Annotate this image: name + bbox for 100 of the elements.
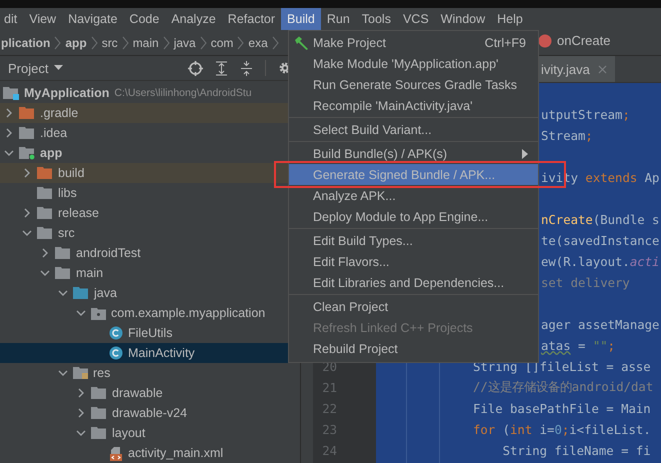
breadcrumb-item[interactable]: src bbox=[102, 36, 118, 50]
code-line: ew(R.layout.acti bbox=[541, 254, 660, 268]
chevron-icon bbox=[272, 36, 279, 50]
breadcrumb-item[interactable]: app bbox=[65, 36, 87, 50]
chevron-down-icon[interactable] bbox=[58, 368, 68, 378]
collapse-all-icon[interactable] bbox=[240, 60, 253, 76]
tree-label: layout bbox=[112, 426, 146, 440]
code-line: for (int i=0;i<fileList. bbox=[473, 422, 651, 436]
code-line: set delivery bbox=[541, 276, 630, 290]
tree-label: libs bbox=[58, 186, 77, 200]
chevron-down-icon[interactable] bbox=[58, 288, 68, 298]
chevron-down-icon[interactable] bbox=[4, 148, 14, 158]
chevron-right-icon[interactable] bbox=[4, 128, 14, 138]
code-line: //这是存储设备的android/dat bbox=[473, 379, 654, 396]
chevron-right-icon[interactable] bbox=[40, 248, 50, 258]
code-line: te(savedInstance bbox=[541, 234, 660, 248]
package-icon bbox=[91, 306, 106, 320]
chevron-right-icon[interactable] bbox=[76, 388, 86, 398]
tree-row[interactable]: res bbox=[0, 363, 300, 383]
menu-item[interactable]: Make Project Ctrl+F9 bbox=[289, 32, 538, 53]
tree-label: androidTest bbox=[76, 246, 141, 260]
tree-row[interactable]: drawable bbox=[0, 383, 300, 403]
code-line: Stream; bbox=[541, 128, 593, 142]
tree-label: main bbox=[76, 266, 104, 280]
tree-label: res bbox=[93, 366, 110, 380]
dropdown-arrow-icon[interactable] bbox=[54, 65, 64, 71]
chevron-icon bbox=[162, 36, 170, 50]
breadcrumb-item[interactable]: java bbox=[174, 36, 196, 50]
tree-label: .idea bbox=[40, 126, 68, 140]
tree-label: FileUtils bbox=[128, 326, 172, 340]
tree-label: com.example.myapplication bbox=[111, 306, 266, 320]
code-line: ager assetManage bbox=[541, 318, 660, 332]
folder-icon bbox=[91, 386, 107, 400]
folder-icon bbox=[55, 246, 71, 260]
chevron-icon bbox=[122, 36, 129, 50]
breadcrumb-item[interactable]: exa bbox=[248, 36, 268, 50]
menu-item[interactable]: Make Module 'MyApplication.app' bbox=[289, 53, 538, 74]
folder-icon bbox=[37, 166, 53, 180]
editor-tab[interactable]: ivity.java bbox=[539, 56, 615, 82]
tree-label: release bbox=[58, 206, 99, 220]
chevron-down-icon[interactable] bbox=[76, 308, 86, 318]
menu-item[interactable]: Help bbox=[491, 8, 529, 30]
breadcrumb-item[interactable]: plication bbox=[1, 36, 50, 50]
folder-icon bbox=[19, 106, 35, 120]
folder-icon bbox=[19, 126, 35, 140]
menu-item[interactable]: Select Build Variant... bbox=[289, 119, 538, 140]
chevron-icon bbox=[90, 36, 98, 50]
menu-item[interactable]: VCS bbox=[396, 8, 435, 30]
chevron-down-icon[interactable] bbox=[22, 228, 32, 238]
menu-item[interactable]: Code bbox=[123, 8, 166, 30]
menu-item[interactable]: Analyze bbox=[165, 8, 222, 30]
expand-all-icon[interactable] bbox=[215, 60, 228, 76]
menu-item[interactable]: Refactor bbox=[222, 8, 282, 30]
breadcrumb-item[interactable]: main bbox=[132, 36, 159, 50]
tree-label: src bbox=[58, 226, 75, 240]
chevron-right-icon[interactable] bbox=[22, 208, 32, 218]
chevron-down-icon[interactable] bbox=[40, 268, 50, 278]
menu-item[interactable]: Run bbox=[320, 8, 356, 30]
tree-label: java bbox=[94, 286, 117, 300]
class-icon bbox=[109, 346, 123, 360]
code-line: String fileName = fi bbox=[502, 444, 651, 458]
menu-item[interactable]: Build bbox=[281, 8, 321, 30]
menu-item[interactable]: Window bbox=[434, 8, 492, 30]
module-folder-icon bbox=[3, 86, 19, 100]
chevron-right-icon[interactable] bbox=[76, 408, 86, 418]
folder-icon bbox=[37, 206, 53, 220]
code-line: utputStream; bbox=[541, 108, 630, 122]
chevron-icon bbox=[200, 36, 207, 50]
folder-icon bbox=[91, 406, 107, 420]
locate-icon[interactable] bbox=[188, 60, 203, 76]
tree-label: .gradle bbox=[40, 106, 78, 120]
folder-icon bbox=[55, 266, 71, 280]
folder-icon bbox=[37, 226, 53, 240]
chevron-right-icon[interactable] bbox=[22, 168, 32, 178]
tree-label: MyApplication bbox=[24, 86, 110, 100]
menu-item[interactable]: dit bbox=[0, 8, 24, 30]
module-folder-icon bbox=[19, 146, 35, 160]
chevron-icon bbox=[237, 36, 244, 50]
chevron-icon bbox=[54, 36, 62, 50]
tree-label: MainActivity bbox=[128, 346, 195, 360]
code-line: nCreate(Bundle s bbox=[541, 212, 660, 226]
chevron-down-icon[interactable] bbox=[76, 428, 86, 438]
breadcrumb-item[interactable]: onCreate bbox=[557, 33, 610, 48]
project-path: C:\Users\lilinhong\AndroidStu bbox=[114, 87, 252, 99]
tree-label: build bbox=[58, 166, 84, 180]
tree-row[interactable]: layout bbox=[0, 423, 300, 443]
layout-file-icon bbox=[109, 446, 123, 460]
menu-item[interactable]: View bbox=[23, 8, 62, 30]
project-view-dropdown[interactable]: Project bbox=[8, 60, 64, 76]
breadcrumb-item[interactable]: com bbox=[210, 36, 234, 50]
code-line: File basePathFile = Main bbox=[473, 402, 651, 416]
tree-row[interactable]: drawable-v24 bbox=[0, 403, 300, 423]
tree-label: drawable bbox=[112, 386, 163, 400]
menu-item[interactable]: Navigate bbox=[62, 8, 124, 30]
resource-folder-icon bbox=[73, 366, 88, 380]
folder-icon bbox=[37, 186, 53, 200]
chevron-right-icon[interactable] bbox=[4, 108, 14, 118]
folder-icon bbox=[91, 426, 107, 440]
menu-item[interactable]: Tools bbox=[356, 8, 397, 30]
tree-row[interactable]: activity_main.xml bbox=[0, 443, 300, 463]
